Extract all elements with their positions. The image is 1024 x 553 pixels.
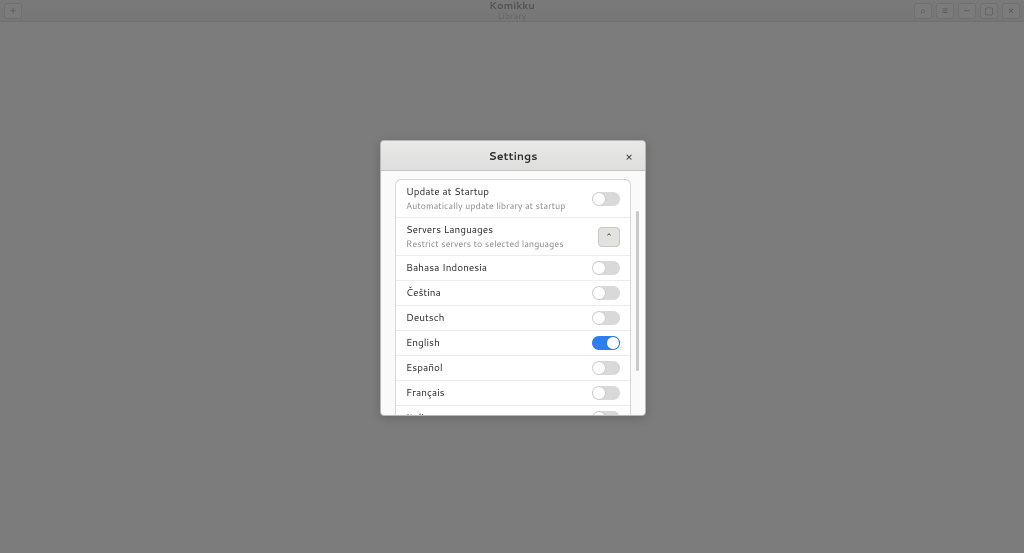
dialog-title: Settings bbox=[489, 148, 538, 164]
language-switch[interactable] bbox=[592, 311, 620, 325]
close-icon: × bbox=[625, 148, 633, 165]
language-label: Français bbox=[406, 386, 445, 400]
language-row[interactable]: Español bbox=[396, 356, 630, 381]
language-label: Čeština bbox=[406, 286, 441, 300]
switch-update-at-startup[interactable] bbox=[592, 192, 620, 206]
language-label: English bbox=[406, 336, 440, 350]
row-subtitle: Automatically update library at startup bbox=[406, 199, 565, 212]
language-label: Bahasa Indonesia bbox=[406, 261, 487, 275]
dialog-body: Update at Startup Automatically update l… bbox=[381, 171, 645, 415]
dialog-close-button[interactable]: × bbox=[621, 148, 637, 164]
row-servers-languages[interactable]: Servers Languages Restrict servers to se… bbox=[396, 218, 630, 256]
language-row[interactable]: Čeština bbox=[396, 281, 630, 306]
languages-list: Bahasa Indonesia Čeština Deutsch English Esp… bbox=[396, 256, 630, 415]
row-title: Servers Languages bbox=[406, 223, 564, 237]
language-switch[interactable] bbox=[592, 336, 620, 350]
language-row[interactable]: Français bbox=[396, 381, 630, 406]
dialog-header: Settings × bbox=[381, 141, 645, 171]
expand-languages-button[interactable]: ⌃ bbox=[598, 227, 620, 247]
language-row[interactable]: Deutsch bbox=[396, 306, 630, 331]
language-switch[interactable] bbox=[592, 261, 620, 275]
scrollbar[interactable] bbox=[636, 211, 639, 371]
language-switch[interactable] bbox=[592, 411, 620, 415]
language-row[interactable]: English bbox=[396, 331, 630, 356]
language-switch[interactable] bbox=[592, 386, 620, 400]
row-subtitle: Restrict servers to selected languages bbox=[406, 237, 564, 250]
language-switch[interactable] bbox=[592, 361, 620, 375]
settings-dialog: Settings × Update at Startup Automatical… bbox=[380, 140, 646, 416]
language-row[interactable]: Bahasa Indonesia bbox=[396, 256, 630, 281]
row-title: Update at Startup bbox=[406, 185, 565, 199]
language-label: Italiano bbox=[406, 411, 441, 415]
chevron-up-icon: ⌃ bbox=[605, 230, 613, 243]
settings-card: Update at Startup Automatically update l… bbox=[395, 179, 631, 415]
language-label: Deutsch bbox=[406, 311, 444, 325]
language-switch[interactable] bbox=[592, 286, 620, 300]
language-row[interactable]: Italiano bbox=[396, 406, 630, 415]
row-update-at-startup[interactable]: Update at Startup Automatically update l… bbox=[396, 180, 630, 218]
language-label: Español bbox=[406, 361, 443, 375]
